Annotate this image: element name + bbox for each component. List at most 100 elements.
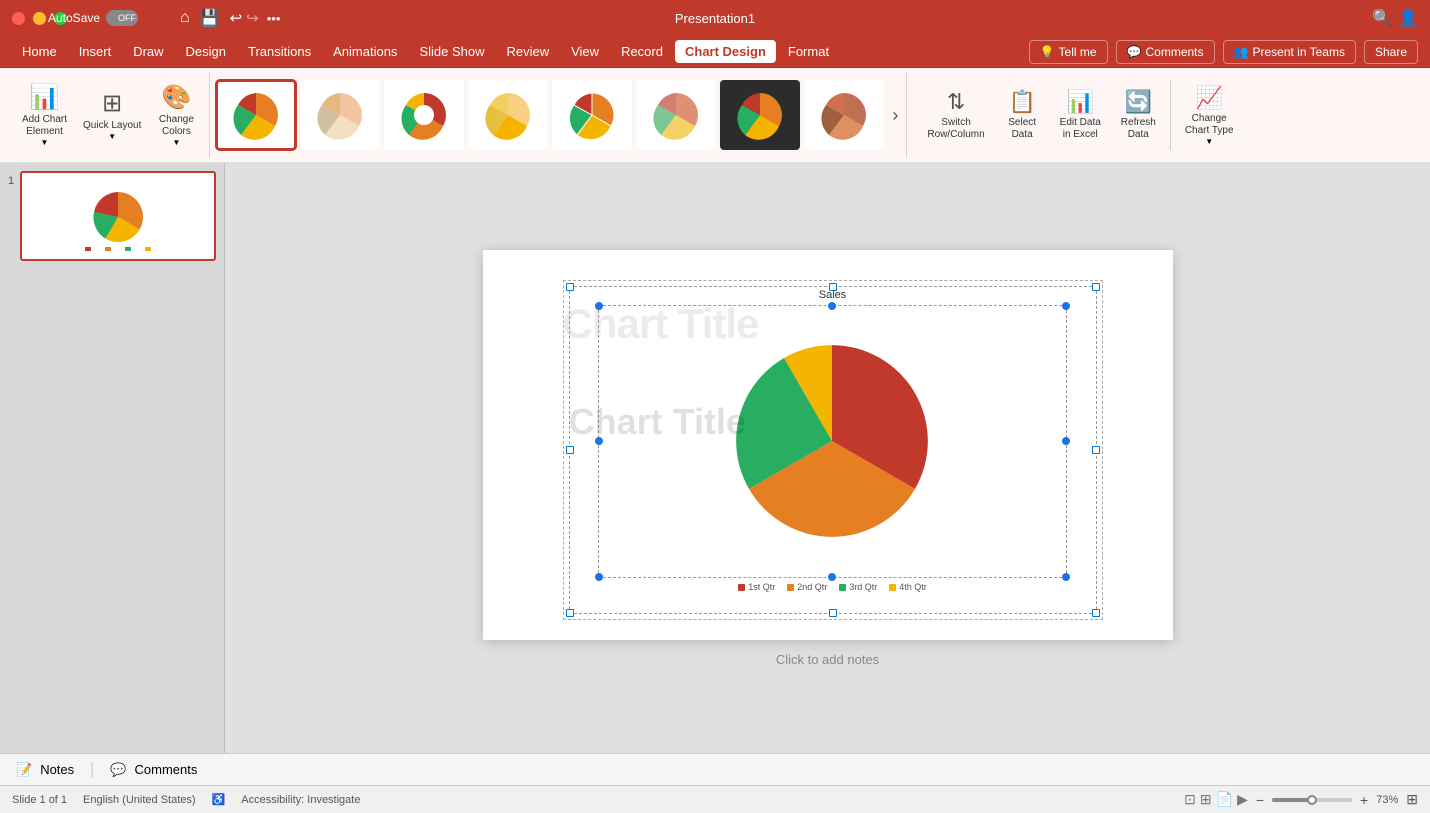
close-button[interactable] — [12, 12, 25, 25]
handle-tc[interactable] — [829, 283, 837, 291]
switch-label: SwitchRow/Column — [927, 117, 984, 141]
handle-ml[interactable] — [566, 446, 574, 454]
fit-to-window-icon[interactable]: ⊞ — [1406, 791, 1418, 808]
handle-tr[interactable] — [1092, 283, 1100, 291]
select-data-button[interactable]: 📋 SelectData — [995, 83, 1050, 147]
notes-label[interactable]: Notes — [40, 762, 74, 777]
handle-br[interactable] — [1092, 609, 1100, 617]
window-title: Presentation1 — [675, 11, 755, 26]
handle-mr[interactable] — [1092, 446, 1100, 454]
slide-info: Slide 1 of 1 — [12, 794, 67, 806]
menu-view[interactable]: View — [561, 40, 609, 63]
autosave-toggle[interactable]: OFF — [106, 10, 138, 26]
slide-sorter-icon[interactable]: ⊞ — [1200, 791, 1212, 808]
chart-style-3-preview — [394, 85, 454, 145]
chart-container[interactable]: Sales — [563, 280, 1103, 620]
account-icon[interactable]: 👤 — [1398, 8, 1418, 28]
language-info: English (United States) — [83, 794, 196, 806]
reading-view-icon[interactable]: 📄 — [1216, 791, 1233, 808]
menu-chartdesign[interactable]: Chart Design — [675, 40, 776, 63]
slide-show-icon[interactable]: ▶ — [1237, 791, 1248, 808]
menu-home[interactable]: Home — [12, 40, 67, 63]
change-colors-button[interactable]: 🎨 ChangeColors ▼ — [151, 79, 201, 151]
quick-layout-label: Quick Layout — [83, 120, 141, 132]
handle-bc[interactable] — [829, 609, 837, 617]
ribbon: 📊 Add ChartElement ▼ ⊞ Quick Layout ▼ 🎨 … — [0, 68, 1430, 163]
handle-tl[interactable] — [566, 283, 574, 291]
main-area: 1 — [0, 163, 1430, 753]
click-to-add-notes[interactable]: Click to add notes — [776, 652, 879, 667]
share-button[interactable]: Share — [1364, 40, 1418, 64]
autosave-area: AutoSave OFF — [48, 10, 138, 26]
slide-thumb-preview — [43, 175, 193, 257]
chart-style-6[interactable] — [636, 80, 716, 150]
menu-animations[interactable]: Animations — [323, 40, 407, 63]
chart-styles-area: › — [212, 72, 907, 158]
change-chart-type-button[interactable]: 📈 ChangeChart Type ▼ — [1175, 79, 1244, 152]
undo-icon[interactable]: ↩ — [230, 9, 243, 27]
comments-button[interactable]: 💬 Comments — [1116, 40, 1215, 64]
refresh-data-button[interactable]: 🔄 RefreshData — [1111, 83, 1166, 147]
menu-insert[interactable]: Insert — [69, 40, 122, 63]
add-chart-element-icon: 📊 — [30, 83, 60, 112]
slide-canvas[interactable]: Chart Title Sales — [483, 250, 1173, 640]
menu-review[interactable]: Review — [496, 40, 559, 63]
zoom-in-icon[interactable]: + — [1360, 792, 1368, 808]
switch-row-column-button[interactable]: ⇅ SwitchRow/Column — [917, 83, 994, 147]
chart-style-1[interactable] — [216, 80, 296, 150]
change-colors-label: ChangeColors — [159, 114, 194, 138]
normal-view-icon[interactable]: ⊡ — [1184, 791, 1196, 808]
inner-handle-tc[interactable] — [828, 302, 836, 310]
comments-label[interactable]: Comments — [135, 762, 198, 777]
inner-handle-mr[interactable] — [1062, 437, 1070, 445]
inner-handle-bl[interactable] — [595, 573, 603, 581]
chart-style-8[interactable] — [804, 80, 884, 150]
inner-handle-tl[interactable] — [595, 302, 603, 310]
menu-format[interactable]: Format — [778, 40, 839, 63]
inner-handle-ml[interactable] — [595, 437, 603, 445]
zoom-out-icon[interactable]: − — [1256, 792, 1264, 808]
lightbulb-icon: 💡 — [1040, 45, 1055, 59]
view-mode-icons: ⊡ ⊞ 📄 ▶ — [1184, 791, 1248, 808]
chart-style-2[interactable] — [300, 80, 380, 150]
present-in-teams-button[interactable]: 👥 Present in Teams — [1223, 40, 1356, 64]
accessibility-info[interactable]: Accessibility: Investigate — [241, 794, 360, 806]
edit-data-label: Edit Datain Excel — [1060, 117, 1101, 141]
zoom-slider[interactable] — [1272, 798, 1352, 802]
save-icon[interactable]: 💾 — [200, 8, 220, 28]
switch-icon: ⇅ — [947, 89, 965, 115]
more-icon[interactable]: ••• — [267, 11, 281, 26]
quick-layout-icon: ⊞ — [102, 89, 122, 118]
home-icon[interactable]: ⌂ — [180, 9, 190, 27]
quick-layout-button[interactable]: ⊞ Quick Layout ▼ — [77, 79, 147, 151]
search-icon[interactable]: 🔍 — [1372, 8, 1392, 28]
menu-record[interactable]: Record — [611, 40, 673, 63]
teams-icon: 👥 — [1234, 45, 1249, 59]
chart-styles-next[interactable]: › — [888, 101, 902, 130]
zoom-thumb[interactable] — [1307, 795, 1317, 805]
handle-bl[interactable] — [566, 609, 574, 617]
menu-draw[interactable]: Draw — [123, 40, 173, 63]
comment-icon: 💬 — [1127, 45, 1142, 59]
minimize-button[interactable] — [33, 12, 46, 25]
chart-inner-border: Chart Title — [598, 305, 1068, 579]
add-chart-element-button[interactable]: 📊 Add ChartElement ▼ — [16, 79, 73, 151]
statusbar-right: ⊡ ⊞ 📄 ▶ − + 73% ⊞ — [1184, 791, 1418, 808]
menu-slideshow[interactable]: Slide Show — [409, 40, 494, 63]
chart-style-7[interactable] — [720, 80, 800, 150]
menu-transitions[interactable]: Transitions — [238, 40, 321, 63]
chart-style-5[interactable] — [552, 80, 632, 150]
tell-me-button[interactable]: 💡 Tell me — [1029, 40, 1108, 64]
inner-handle-tr[interactable] — [1062, 302, 1070, 310]
inner-handle-bc[interactable] — [828, 573, 836, 581]
menu-design[interactable]: Design — [176, 40, 236, 63]
chart-style-4[interactable] — [468, 80, 548, 150]
slide-thumbnail-1[interactable] — [20, 171, 216, 261]
chart-style-4-preview — [478, 85, 538, 145]
ribbon-group-chart-tools: 📊 Add ChartElement ▼ ⊞ Quick Layout ▼ 🎨 … — [8, 72, 210, 158]
chart-style-3[interactable] — [384, 80, 464, 150]
redo-icon[interactable]: ↪ — [246, 9, 259, 27]
chart-style-5-preview — [562, 85, 622, 145]
refresh-data-label: RefreshData — [1121, 117, 1156, 141]
edit-data-button[interactable]: 📊 Edit Datain Excel — [1050, 83, 1111, 147]
